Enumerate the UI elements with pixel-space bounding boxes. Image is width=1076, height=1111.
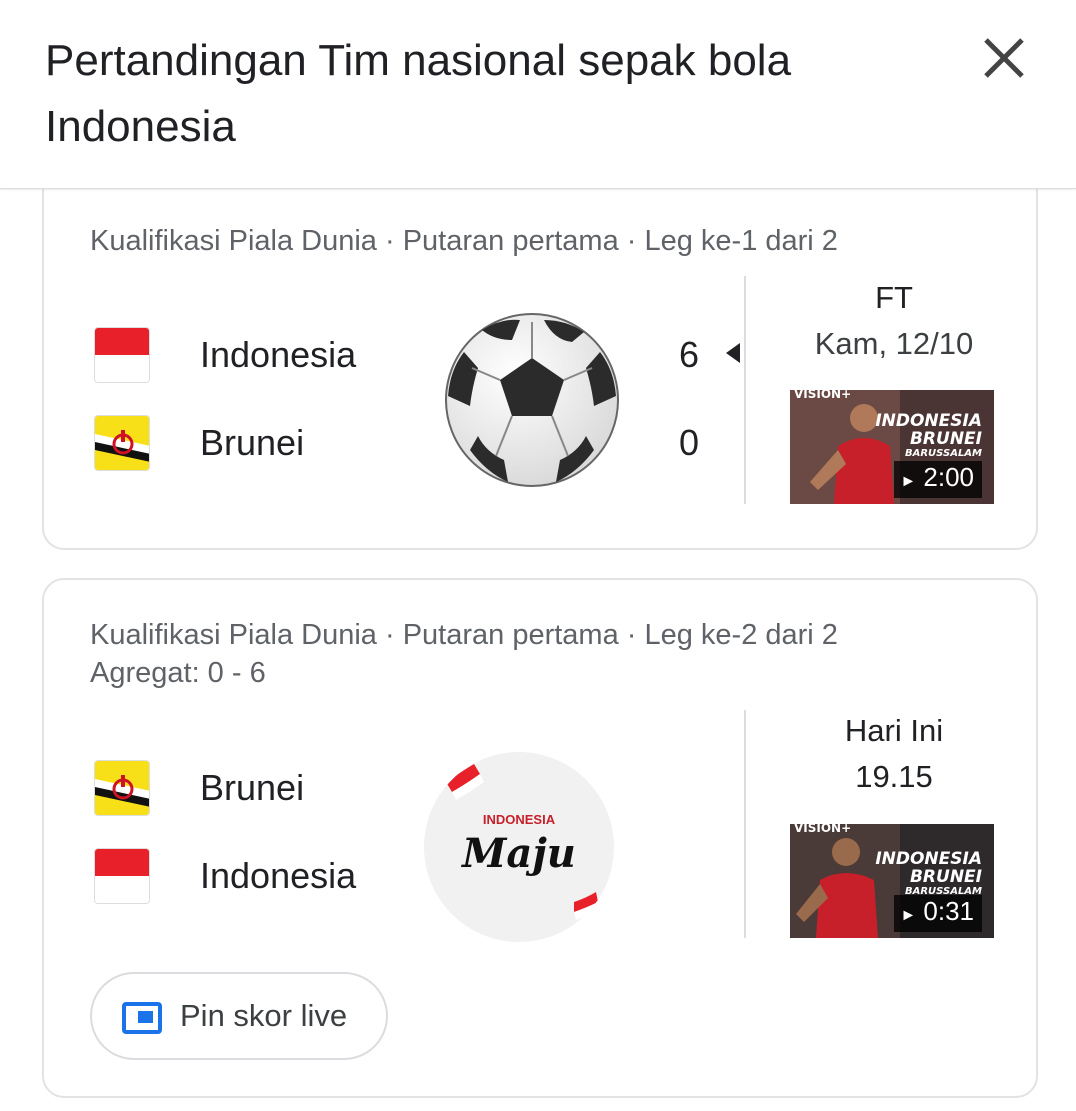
- close-icon: [984, 38, 1024, 78]
- team-name: Indonesia: [200, 334, 357, 375]
- divider: [744, 276, 746, 504]
- indonesia-flag-icon: [94, 327, 150, 383]
- video-brand: VISION+: [794, 390, 852, 401]
- overlay-line: BRUNEI: [909, 867, 982, 887]
- team-name: Indonesia: [200, 855, 357, 896]
- video-duration-badge: ► 0:31: [894, 895, 982, 932]
- video-brand: VISION+: [794, 824, 852, 835]
- play-icon: ►: [900, 473, 917, 490]
- play-icon: ►: [900, 907, 917, 924]
- overlay-line: BARUSSALAM: [904, 448, 982, 459]
- aggregate-score: Agregat: 0 - 6: [90, 657, 266, 689]
- team-name: Brunei: [200, 422, 305, 463]
- match-time: 19.15: [855, 759, 933, 794]
- close-button[interactable]: [976, 30, 1032, 86]
- indonesia-flag-icon: [94, 848, 150, 904]
- brunei-flag-icon: [94, 415, 150, 471]
- logo-top-text: INDONESIA: [482, 812, 556, 827]
- team-name: Brunei: [200, 767, 305, 808]
- overlay-line: INDONESIA: [875, 849, 982, 869]
- team-score: 0: [678, 422, 700, 463]
- competition-info: Kualifikasi Piala Dunia · Putaran pertam…: [90, 225, 838, 257]
- competition-info: Kualifikasi Piala Dunia · Putaran pertam…: [90, 619, 838, 651]
- pin-live-icon: [122, 1002, 162, 1034]
- video-duration: 0:31: [923, 896, 974, 926]
- overlay-line: BRUNEI: [909, 429, 982, 449]
- page-title: Pertandingan Tim nasional sepak bola Ind…: [45, 36, 792, 151]
- match-date: Kam, 12/10: [814, 326, 974, 361]
- brunei-flag-icon: [94, 760, 150, 816]
- video-duration: 2:00: [923, 462, 974, 492]
- video-duration-badge: ► 2:00: [894, 461, 982, 498]
- video-thumbnail[interactable]: VISION+ INDONESIA BRUNEI BARUSSALAM ► 0:…: [790, 824, 994, 938]
- match-card[interactable]: Kualifikasi Piala Dunia · Putaran pertam…: [42, 578, 1038, 1098]
- logo-script-text: Maju: [462, 830, 576, 877]
- soccer-ball-icon: [445, 313, 619, 487]
- pin-live-score-button[interactable]: Pin skor live: [90, 972, 388, 1060]
- match-status: Hari Ini: [844, 713, 944, 748]
- dialog-header: Pertandingan Tim nasional sepak bola Ind…: [0, 0, 1076, 189]
- video-overlay-title: INDONESIA BRUNEI BARUSSALAM: [875, 412, 982, 459]
- video-overlay-title: INDONESIA BRUNEI BARUSSALAM: [875, 850, 982, 897]
- winner-indicator-icon: [726, 343, 740, 363]
- indonesia-maju-logo: INDONESIA Maju: [424, 752, 614, 942]
- overlay-line: INDONESIA: [875, 411, 982, 431]
- divider: [744, 710, 746, 938]
- team-score: 6: [678, 334, 700, 375]
- video-thumbnail[interactable]: VISION+ INDONESIA BRUNEI BARUSSALAM ► 2:…: [790, 390, 994, 504]
- match-status: FT: [875, 280, 913, 315]
- pin-button-label: Pin skor live: [180, 998, 348, 1033]
- match-card[interactable]: Kualifikasi Piala Dunia · Putaran pertam…: [42, 178, 1038, 550]
